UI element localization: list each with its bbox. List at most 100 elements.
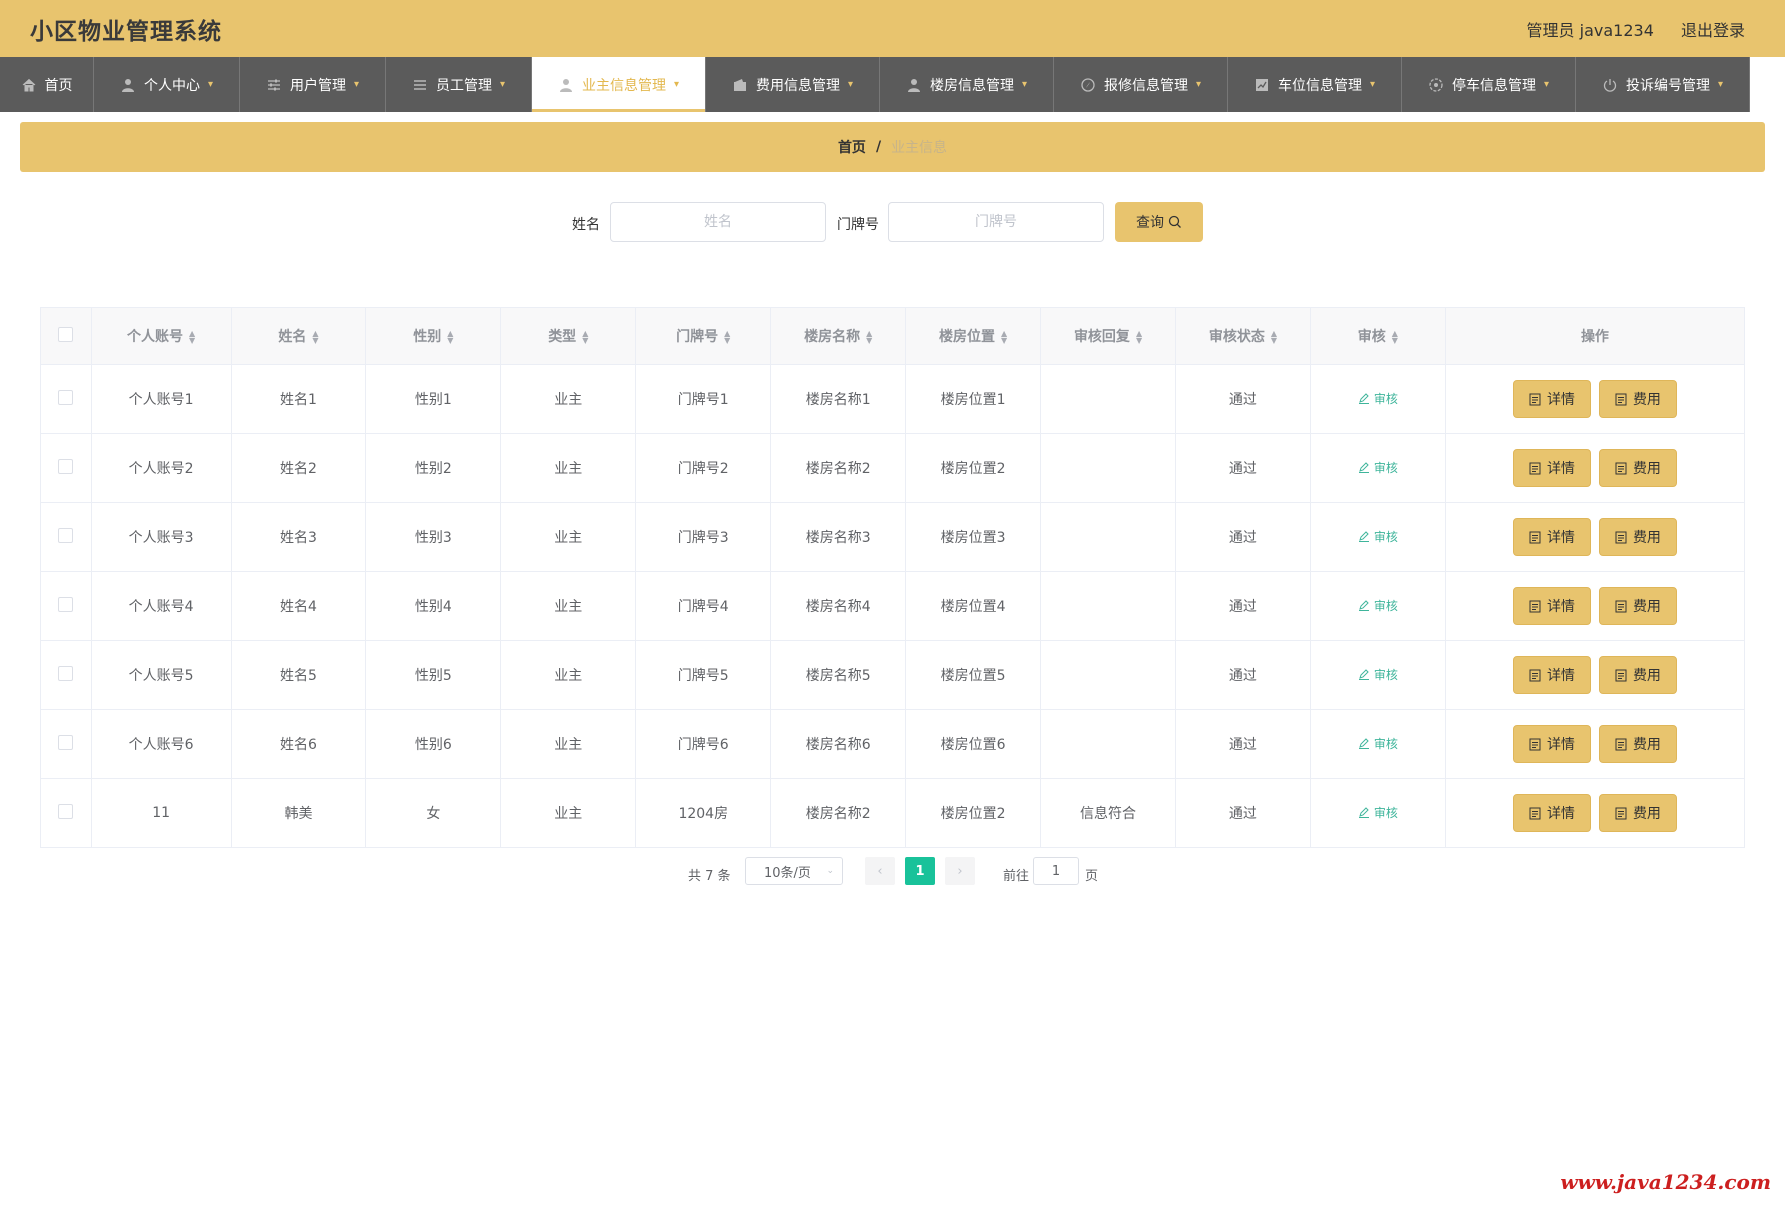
document-icon [1615,462,1633,475]
document-icon [1529,738,1547,751]
nav-item-9[interactable]: 停车信息管理 ▾ [1402,57,1576,112]
column-header[interactable]: 个人账号 ▲ ▼ [91,307,232,365]
row-select-cell [40,640,92,710]
nav-item-6[interactable]: 楼房信息管理 ▾ [880,57,1054,112]
audit-link[interactable]: 审核 [1358,459,1398,476]
page-unit-label: 页 [1085,869,1099,884]
nav-item-label: 投诉编号管理 [1625,77,1710,94]
nav-item-2[interactable]: 用户管理 ▾ [240,57,386,112]
row-checkbox[interactable] [58,596,74,612]
column-header[interactable]: 审核状态 ▲ ▼ [1175,307,1311,365]
fee-button[interactable]: 费用 [1598,518,1677,556]
door-search-input[interactable] [888,202,1104,242]
sort-icon[interactable]: ▲ ▼ [189,330,195,345]
chevron-down-icon: ▾ [353,79,360,90]
column-header[interactable]: 门牌号 ▲ ▼ [635,307,772,365]
table-cell: 个人账号5 [91,640,232,710]
sort-icon[interactable]: ▲ ▼ [1271,330,1277,345]
next-page-button[interactable]: › [945,857,975,885]
fee-button[interactable]: 费用 [1598,794,1677,832]
nav-item-7[interactable]: 报修信息管理 ▾ [1054,57,1228,112]
fee-button[interactable]: 费用 [1598,587,1677,625]
row-checkbox[interactable] [58,389,74,405]
chevron-down-icon: ▾ [1543,79,1550,90]
detail-button[interactable]: 详情 [1512,794,1591,832]
nav-item-4[interactable]: 业主信息管理 ▾ [532,57,706,112]
audit-link[interactable]: 审核 [1358,390,1398,407]
sort-icon[interactable]: ▲ ▼ [582,330,588,345]
row-checkbox[interactable] [58,734,74,750]
nav-item-3[interactable]: 员工管理 ▾ [386,57,532,112]
audit-link[interactable]: 审核 [1358,666,1398,683]
column-header[interactable]: 审核回复 ▲ ▼ [1040,307,1176,365]
column-header[interactable]: 类型 ▲ ▼ [500,307,637,365]
query-button[interactable]: 查询 [1115,202,1203,242]
audit-link[interactable]: 审核 [1358,597,1398,614]
audit-cell: 审核 [1310,640,1446,710]
edit-icon [1358,530,1374,543]
column-header[interactable]: 姓名 ▲ ▼ [231,307,367,365]
top-header: 小区物业管理系统 管理员 java1234 退出登录 [0,0,1785,57]
row-checkbox[interactable] [58,458,74,474]
content-panel: 姓名 门牌号 查询 个人账号▲▼姓名▲▼性别▲▼类型▲▼门牌号▲▼楼房名称▲▼楼… [20,182,1765,907]
edit-icon [1358,737,1374,750]
sort-icon[interactable]: ▲ ▼ [1136,330,1142,345]
edit-icon [1358,599,1374,612]
audit-link-label: 审核 [1373,736,1398,751]
breadcrumb-current: 业主信息 [891,140,948,156]
fee-button[interactable]: 费用 [1598,725,1677,763]
detail-button[interactable]: 详情 [1512,518,1591,556]
nav-item-5[interactable]: 费用信息管理 ▾ [706,57,880,112]
select-all-checkbox[interactable] [58,326,74,342]
sort-icon[interactable]: ▲ ▼ [1001,330,1007,345]
table-row: 个人账号6 姓名6 性别6 业主 门牌号6 楼房名称6 楼房位置6 通过 审核 详情 费用 [40,709,1746,779]
nav-item-10[interactable]: 投诉编号管理 ▾ [1576,57,1750,112]
audit-link-label: 审核 [1373,805,1398,820]
chevron-right-icon: › [957,863,963,879]
sort-icon[interactable]: ▲ ▼ [447,330,453,345]
sort-icon[interactable]: ▲ ▼ [312,330,318,345]
column-header[interactable]: 楼房名称 ▲ ▼ [770,307,907,365]
nav-item-0[interactable]: 首页 [0,57,94,112]
detail-button[interactable]: 详情 [1512,587,1591,625]
detail-button-label: 详情 [1546,806,1575,822]
table-cell: 个人账号2 [91,433,232,503]
detail-button[interactable]: 详情 [1512,725,1591,763]
nav-item-1[interactable]: 个人中心 ▾ [94,57,240,112]
column-header[interactable]: 楼房位置 ▲ ▼ [905,307,1042,365]
current-page-button[interactable]: 1 [905,857,935,885]
detail-button[interactable]: 详情 [1512,380,1591,418]
table-cell: 楼房位置1 [905,364,1042,434]
prev-page-button[interactable]: ‹ [865,857,895,885]
audit-cell: 审核 [1310,433,1446,503]
sort-icon[interactable]: ▲ ▼ [866,330,872,345]
row-checkbox[interactable] [58,665,74,681]
chevron-down-icon: ▾ [673,79,680,90]
page-size-select[interactable]: 10条/页 ⌄ [745,857,843,885]
nav-item-8[interactable]: 车位信息管理 ▾ [1228,57,1402,112]
table-cell: 通过 [1175,571,1311,641]
column-header[interactable]: 审核 ▲ ▼ [1310,307,1446,365]
audit-link[interactable]: 审核 [1358,528,1398,545]
sort-icon[interactable]: ▲ ▼ [724,330,730,345]
goto-page-input[interactable] [1033,857,1079,885]
logout-link[interactable]: 退出登录 [1681,21,1745,40]
table-cell: 姓名5 [231,640,367,710]
row-checkbox[interactable] [58,803,74,819]
fee-button[interactable]: 费用 [1598,656,1677,694]
column-header[interactable]: 性别 ▲ ▼ [365,307,502,365]
detail-button[interactable]: 详情 [1512,449,1591,487]
table-cell: 信息符合 [1040,778,1176,848]
breadcrumb-home[interactable]: 首页 [838,137,866,157]
audit-link[interactable]: 审核 [1358,804,1398,821]
column-header-label: 类型 [548,329,577,345]
detail-button[interactable]: 详情 [1512,656,1591,694]
row-checkbox[interactable] [58,527,74,543]
audit-link[interactable]: 审核 [1358,735,1398,752]
sort-icon[interactable]: ▲ ▼ [1392,330,1398,345]
name-search-input[interactable] [610,202,826,242]
compass-icon [1080,77,1096,93]
search-icon [1168,215,1181,228]
fee-button[interactable]: 费用 [1598,449,1677,487]
fee-button[interactable]: 费用 [1598,380,1677,418]
